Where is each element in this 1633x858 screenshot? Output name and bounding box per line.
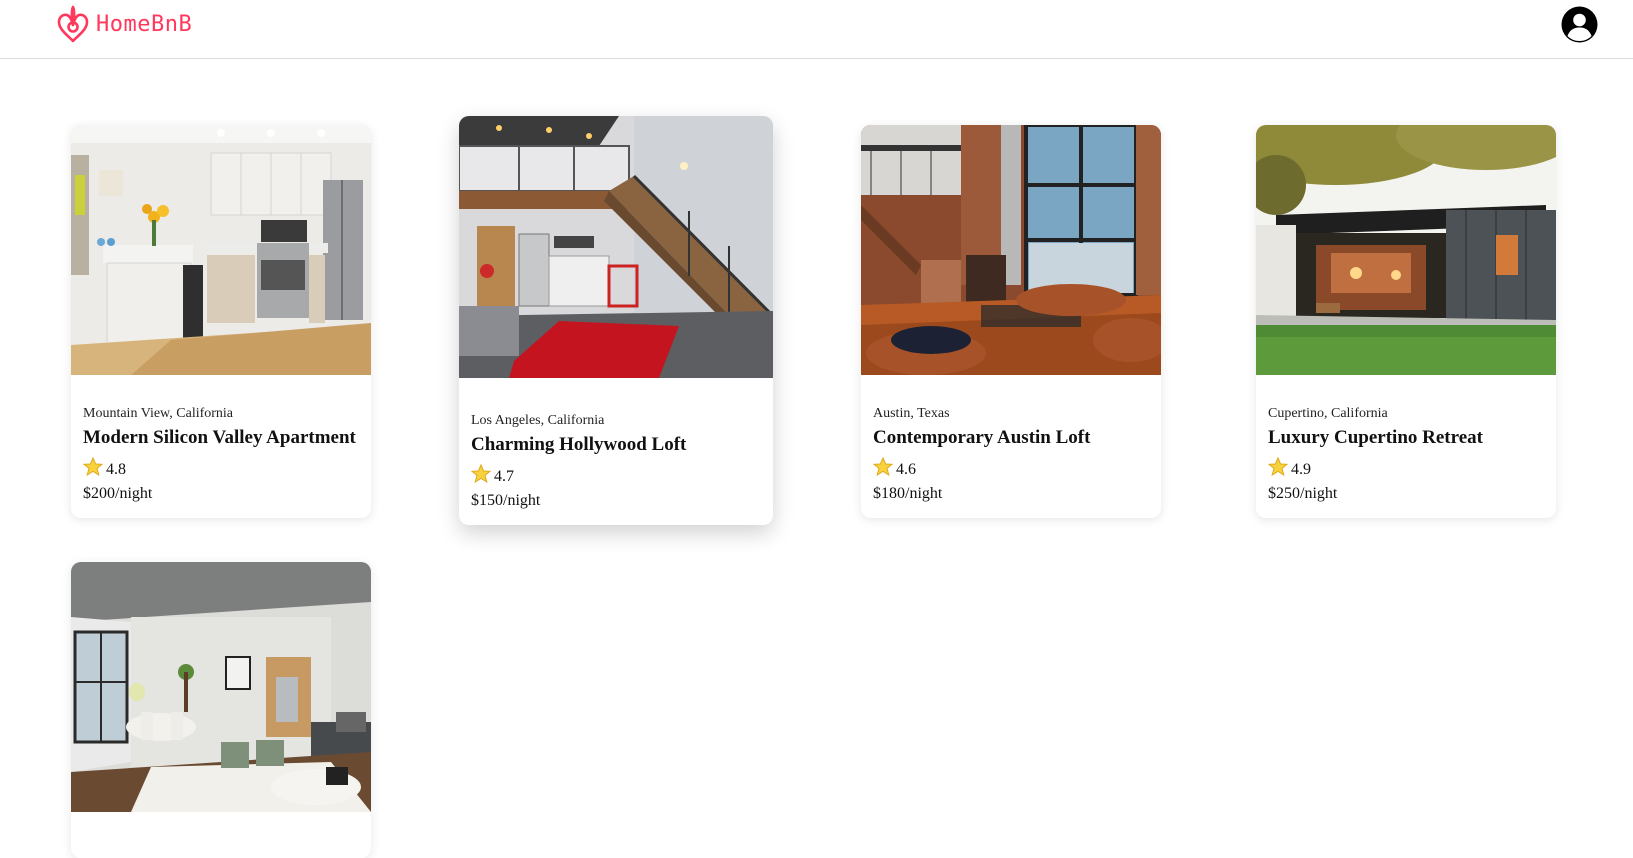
listing-rating: 4.6 [872,456,1149,483]
listing-photo-loft [459,116,773,378]
listing-title: Charming Hollywood Loft [471,434,687,455]
listing-card[interactable]: Cupertino, California Luxury Cupertino R… [1256,125,1556,518]
star-icon [470,463,494,490]
listing-price: $180/night [873,485,943,502]
listing-photo-brick-loft [861,125,1161,375]
listing-price: $200/night [83,485,153,502]
listing-price: $250/night [1268,485,1338,502]
listing-location: Los Angeles, California [471,413,605,428]
listing-location: Austin, Texas [873,406,950,421]
listing-rating: 4.7 [470,463,761,490]
listing-rating: 4.9 [1267,456,1544,483]
star-icon [1267,456,1291,483]
rating-value: 4.8 [106,461,126,478]
star-icon [82,456,106,483]
top-navigation-bar: HomeBnB [0,0,1633,59]
listing-card[interactable] [71,562,371,858]
listing-card[interactable]: Los Angeles, California Charming Hollywo… [459,116,773,525]
brand-name: HomeBnB [96,11,193,37]
listing-rating: 4.8 [82,456,359,483]
rating-value: 4.7 [494,468,514,485]
listing-card[interactable]: Austin, Texas Contemporary Austin Loft 4… [861,125,1161,518]
listing-title: Luxury Cupertino Retreat [1268,427,1483,448]
listing-location: Mountain View, California [83,406,234,421]
star-icon [872,456,896,483]
listing-photo-courtyard-house [1256,125,1556,375]
listing-photo-kitchen [71,125,371,375]
airbnb-logo-icon [54,3,92,45]
listing-price: $150/night [471,492,541,509]
listing-card[interactable]: Mountain View, California Modern Silicon… [71,125,371,518]
listing-title: Modern Silicon Valley Apartment [83,427,356,448]
rating-value: 4.9 [1291,461,1311,478]
listing-title: Contemporary Austin Loft [873,427,1091,448]
home-logo-link[interactable]: HomeBnB [54,3,192,45]
listing-photo-living-room [71,562,371,812]
user-avatar-icon[interactable] [1561,6,1598,43]
rating-value: 4.6 [896,461,916,478]
listing-location: Cupertino, California [1268,406,1388,421]
